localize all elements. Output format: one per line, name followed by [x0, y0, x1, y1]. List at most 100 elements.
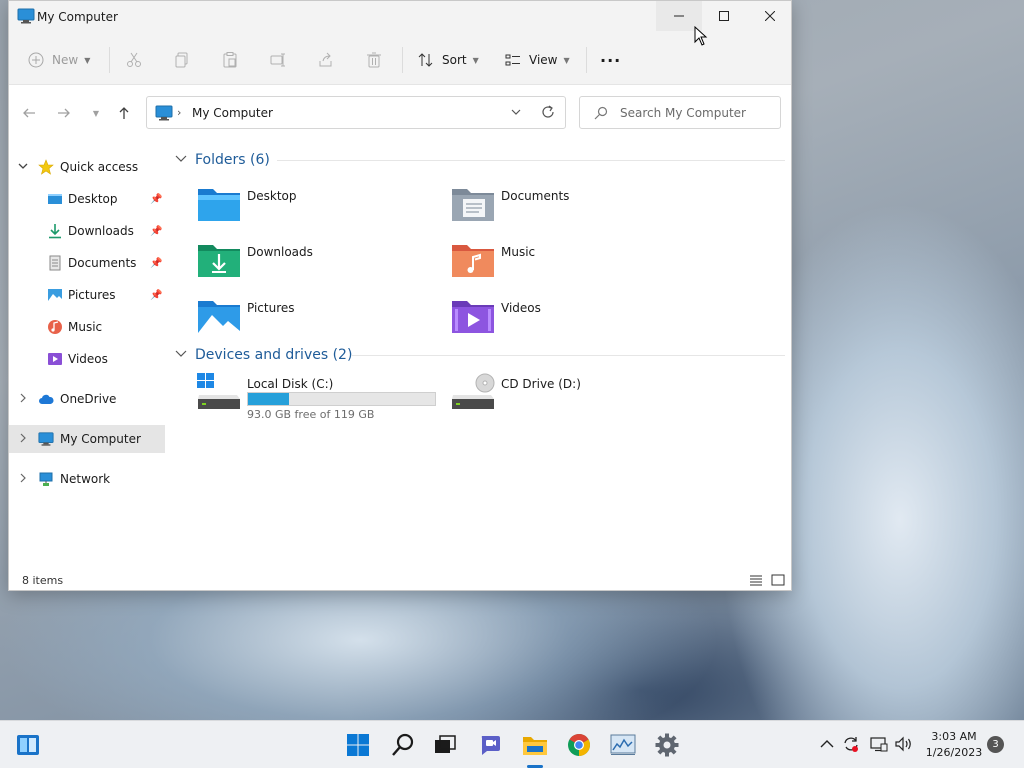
drive-usage-bar	[247, 392, 436, 406]
download-icon	[49, 224, 61, 239]
more-icon: ···	[600, 50, 622, 70]
sidebar-item-onedrive[interactable]: OneDrive	[9, 385, 165, 413]
drive-tile-d[interactable]: CD Drive (D:)	[451, 373, 691, 423]
sidebar-item-label: OneDrive	[60, 392, 117, 406]
sidebar-item-downloads[interactable]: Downloads 📌	[9, 217, 165, 245]
computer-icon	[155, 105, 173, 121]
chevron-right-icon[interactable]	[18, 473, 28, 486]
more-options-button[interactable]: ···	[600, 49, 621, 71]
sidebar-item-documents[interactable]: Documents 📌	[9, 249, 165, 277]
sync-status-button[interactable]	[842, 735, 860, 753]
explorer-window: My Computer New ▼ Sort ▼ View ▼ ··· ▼ › …	[8, 0, 792, 591]
view-button[interactable]: View ▼	[505, 49, 570, 71]
taskbar-clock[interactable]: 3:03 AM 1/26/2023	[918, 729, 990, 761]
folder-tile-videos[interactable]: Videos	[451, 295, 691, 345]
share-button[interactable]	[318, 49, 334, 71]
refresh-button[interactable]	[540, 104, 556, 123]
sidebar-item-desktop[interactable]: Desktop 📌	[9, 185, 165, 213]
close-icon	[765, 11, 775, 21]
delete-button[interactable]	[366, 49, 382, 71]
copy-button[interactable]	[174, 49, 190, 71]
drive-name: Local Disk (C:)	[247, 377, 334, 391]
pin-icon: 📌	[150, 257, 163, 269]
settings-button[interactable]	[654, 732, 680, 758]
desktop-folder-icon	[198, 189, 240, 221]
chat-icon	[481, 736, 500, 755]
refresh-icon	[542, 105, 554, 118]
search-taskbar-button[interactable]	[390, 732, 416, 758]
folder-tile-pictures[interactable]: Pictures	[197, 295, 437, 345]
folders-group-header[interactable]: Folders (6)	[175, 150, 270, 170]
show-hidden-icons-button[interactable]	[818, 735, 836, 753]
speaker-icon	[895, 736, 911, 752]
drives-group-header[interactable]: Devices and drives (2)	[175, 345, 352, 365]
paste-button[interactable]	[222, 49, 238, 71]
drive-tile-c[interactable]: Local Disk (C:) 93.0 GB free of 119 GB	[197, 373, 437, 423]
chevron-down-icon[interactable]	[18, 161, 28, 174]
up-button[interactable]	[116, 105, 132, 121]
sidebar-item-quick-access[interactable]: Quick access	[9, 153, 165, 181]
item-count: 8 items	[22, 574, 64, 587]
address-bar[interactable]: › My Computer	[146, 96, 566, 129]
title-bar[interactable]: My Computer	[9, 1, 791, 33]
volume-button[interactable]	[895, 735, 913, 753]
documents-folder-icon	[452, 189, 494, 221]
start-button[interactable]	[345, 732, 371, 758]
computer-icon	[38, 432, 54, 446]
desktop-icon	[48, 194, 62, 204]
maximize-icon	[719, 11, 729, 21]
chevron-right-icon[interactable]	[18, 433, 28, 446]
folder-tile-documents[interactable]: Documents	[451, 183, 691, 233]
folder-tile-music[interactable]: Music	[451, 239, 691, 289]
chevron-down-icon	[511, 109, 521, 115]
sidebar-item-label: Videos	[68, 352, 108, 366]
pin-icon: 📌	[150, 289, 163, 301]
rename-button[interactable]	[270, 49, 286, 71]
file-explorer-taskbar-button[interactable]	[522, 732, 548, 758]
folder-label: Pictures	[247, 301, 295, 315]
sort-icon	[418, 53, 433, 67]
video-icon	[48, 353, 62, 365]
sidebar-item-music[interactable]: Music	[9, 313, 165, 341]
recent-locations-button[interactable]: ▼	[88, 105, 104, 121]
breadcrumb[interactable]: My Computer	[192, 106, 273, 120]
sidebar-item-videos[interactable]: Videos	[9, 345, 165, 373]
document-icon	[49, 255, 61, 271]
search-input[interactable]	[620, 104, 775, 122]
task-view-button[interactable]	[432, 732, 458, 758]
search-icon	[392, 733, 414, 756]
breadcrumb-separator-icon: ›	[177, 106, 182, 119]
cut-button[interactable]	[126, 49, 142, 71]
folder-tile-desktop[interactable]: Desktop	[197, 183, 437, 233]
folder-label: Desktop	[247, 189, 297, 203]
chevron-down-icon	[175, 349, 189, 362]
sort-label: Sort	[442, 53, 467, 67]
sidebar-item-pictures[interactable]: Pictures 📌	[9, 281, 165, 309]
search-box[interactable]	[579, 96, 781, 129]
navigation-pane: Quick access Desktop 📌 Downloads 📌 Docum…	[9, 139, 169, 559]
toolbar-divider	[109, 47, 110, 73]
performance-monitor-button[interactable]	[610, 732, 636, 758]
chrome-button[interactable]	[566, 732, 592, 758]
notification-badge[interactable]: 3	[987, 736, 1004, 753]
tiles-view-icon[interactable]	[771, 574, 785, 586]
network-tray-button[interactable]	[870, 735, 888, 753]
pin-icon: 📌	[150, 193, 163, 205]
chevron-right-icon[interactable]	[18, 393, 28, 406]
widgets-button[interactable]	[15, 732, 41, 758]
share-icon	[319, 52, 332, 67]
sort-button[interactable]: Sort ▼	[418, 49, 479, 71]
back-button[interactable]	[21, 105, 37, 121]
sidebar-item-my-computer[interactable]: My Computer	[9, 425, 165, 453]
forward-button[interactable]	[56, 105, 72, 121]
folder-tile-downloads[interactable]: Downloads	[197, 239, 437, 289]
status-bar: 8 items	[9, 569, 791, 591]
new-button[interactable]: New ▼	[28, 49, 90, 71]
details-view-icon[interactable]	[749, 574, 763, 586]
address-dropdown-button[interactable]	[510, 104, 522, 123]
view-icon	[505, 54, 520, 66]
gear-icon	[655, 733, 679, 757]
sidebar-item-network[interactable]: Network	[9, 465, 165, 493]
close-button[interactable]	[747, 1, 793, 31]
chat-button[interactable]	[477, 732, 503, 758]
